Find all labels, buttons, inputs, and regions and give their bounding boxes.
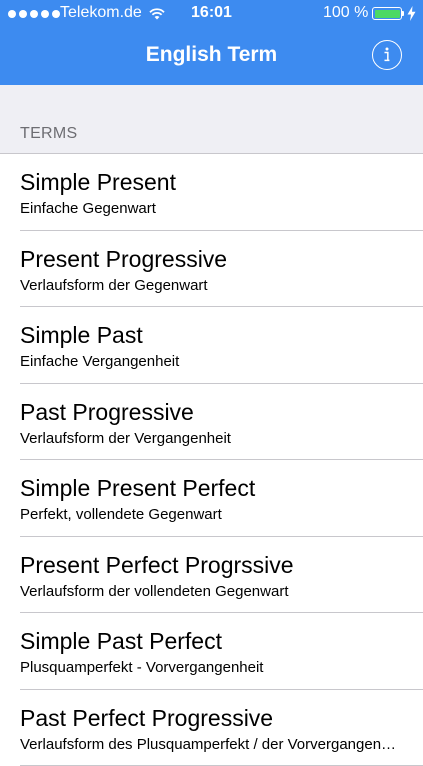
term-title: Simple Present Perfect — [20, 475, 255, 502]
page-title: English Term — [0, 43, 423, 67]
term-subtitle: Verlaufsform der Vergangenheit — [20, 430, 400, 447]
term-row[interactable]: Simple Past Einfache Vergangenheit — [0, 307, 423, 384]
term-row[interactable]: Past Perfect ProgressiveVerlaufsform des… — [0, 690, 423, 766]
status-bar: Telekom.de 16:01 100 % — [0, 0, 423, 28]
term-row[interactable]: Present Perfect Progrssive Verlaufsform d… — [0, 537, 423, 614]
term-title: Past Progressive — [20, 399, 194, 426]
term-subtitle: Perfekt, vollendete Gegenwart — [20, 506, 400, 523]
term-subtitle: Verlaufsform der Gegenwart — [20, 277, 400, 294]
term-row[interactable]: Simple Present Einfache Gegenwart — [0, 154, 423, 231]
term-title: Past Perfect Progressive — [20, 705, 273, 732]
section-header-background — [0, 85, 423, 154]
term-subtitle: Verlaufsform der vollendeten Gegenwart — [20, 583, 400, 600]
section-header: TERMS — [20, 125, 78, 143]
term-title: Present Perfect Progrssive — [20, 552, 294, 579]
info-icon[interactable] — [372, 40, 402, 70]
charging-bolt-icon — [407, 6, 416, 21]
term-title: Simple Past — [20, 322, 143, 349]
term-row[interactable]: Simple Past Perfect Plusquamperfekt - Vor… — [0, 613, 423, 690]
term-subtitle: Einfache Vergangenheit — [20, 353, 400, 370]
term-row[interactable]: Present Progressive Verlaufsform der Gege… — [0, 231, 423, 308]
terms-list: Simple Present Einfache Gegenwart Present … — [0, 154, 423, 766]
battery-cap — [402, 11, 404, 16]
term-title: Simple Past Perfect — [20, 628, 222, 655]
navigation-bar: Telekom.de 16:01 100 % English Term — [0, 0, 423, 85]
term-title: Present Progressive — [20, 246, 227, 273]
term-row[interactable]: Simple Present Perfect Perfekt, vollendet… — [0, 460, 423, 537]
term-title: Simple Present — [20, 169, 176, 196]
term-row[interactable]: Past Progressive Verlaufsform der Vergang… — [0, 384, 423, 461]
battery-icon — [372, 7, 402, 20]
term-subtitle: Plusquamperfekt - Vorvergangenheit — [20, 659, 400, 676]
battery-percentage: 100 % — [323, 4, 368, 22]
term-subtitle: Einfache Gegenwart — [20, 200, 400, 217]
